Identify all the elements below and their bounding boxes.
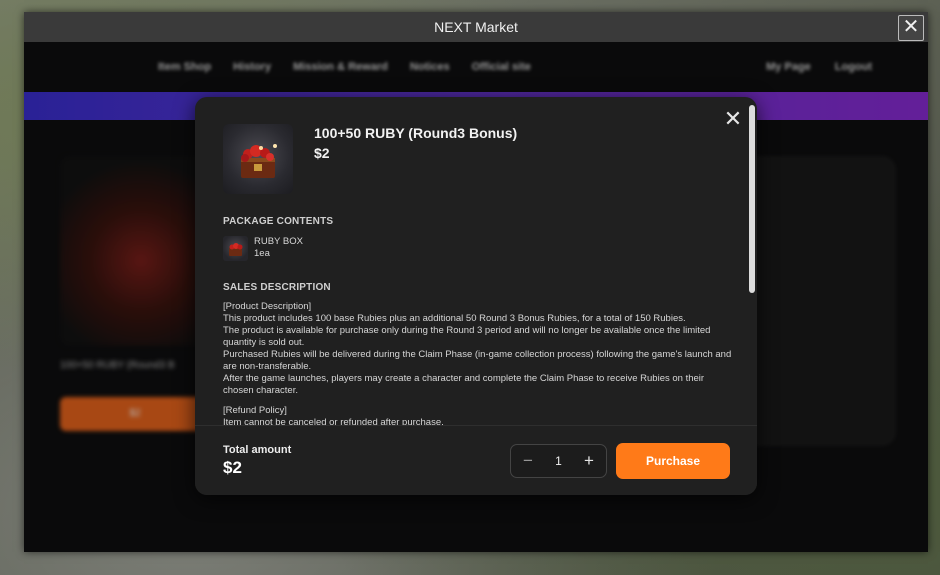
package-contents-heading: PACKAGE CONTENTS [223,216,334,227]
modal-scrollbar-thumb[interactable] [749,105,755,293]
product-thumbnail [223,124,293,194]
description-line: After the game launches, players may cre… [223,373,705,396]
modal-scrollbar[interactable] [749,105,755,423]
description-line: [Product Description] [223,301,312,312]
description-line: This product includes 100 base Rubies pl… [223,313,686,324]
ruby-box-icon [223,236,248,261]
total-amount-label: Total amount [223,444,292,456]
modal-scroll-area[interactable]: 100+50 RUBY (Round3 Bonus) $2 PACKAGE CO… [195,97,757,425]
window-title: NEXT Market [434,19,518,35]
description-line: The product is available for purchase on… [223,325,711,348]
quantity-stepper: − 1 + [510,444,607,478]
purchase-modal: 100+50 RUBY (Round3 Bonus) $2 PACKAGE CO… [195,97,757,495]
description-line: Purchased Rubies will be delivered durin… [223,349,732,372]
package-item-quantity: 1ea [254,248,270,259]
sales-description-text: [Product Description] This product inclu… [223,301,733,425]
product-price: $2 [314,145,330,161]
package-item-name: RUBY BOX [254,236,303,247]
quantity-increase-button[interactable]: + [582,451,596,471]
purchase-button[interactable]: Purchase [616,443,730,479]
window-titlebar: NEXT Market ✕ [24,12,928,42]
description-line: [Refund Policy] [223,405,287,416]
modal-footer: Total amount $2 − 1 + Purchase [195,425,757,495]
modal-close-button[interactable]: ✕ [721,107,745,131]
description-gap [223,397,733,405]
total-amount-value: $2 [223,458,242,477]
window-close-button[interactable]: ✕ [898,15,924,41]
quantity-decrease-button[interactable]: − [521,451,535,471]
quantity-value: 1 [555,454,562,468]
sales-description-heading: SALES DESCRIPTION [223,282,331,293]
product-title: 100+50 RUBY (Round3 Bonus) [314,125,518,141]
description-line: Item cannot be canceled or refunded afte… [223,417,444,425]
